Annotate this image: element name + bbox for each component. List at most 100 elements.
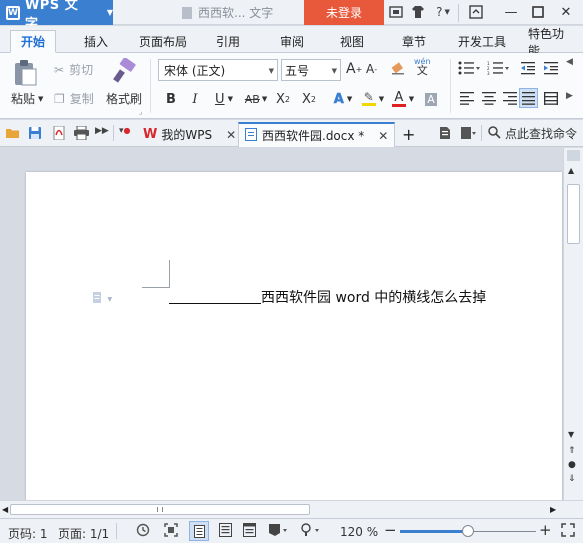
tab-chapter[interactable]: 章节 — [392, 30, 436, 53]
justify-icon[interactable] — [519, 88, 538, 108]
strikethrough-button[interactable]: AB ▼ — [242, 89, 270, 109]
decrease-indent-icon[interactable] — [521, 61, 535, 75]
web-view-icon[interactable] — [243, 523, 256, 537]
page-view-icon[interactable] — [189, 521, 209, 541]
scroll-up-icon[interactable]: ▲ — [568, 166, 574, 175]
clipboard-launcher-icon[interactable]: ⌟ — [139, 108, 142, 116]
italic-button[interactable]: I — [187, 89, 203, 109]
next-page-icon[interactable]: ⇓ — [568, 474, 576, 484]
highlight-button[interactable]: ✎ ▼ — [358, 89, 388, 109]
bold-button[interactable]: B — [163, 89, 179, 109]
login-button[interactable]: 未登录 — [304, 0, 384, 25]
paste-icon[interactable] — [12, 59, 38, 87]
split-view-icon[interactable] — [567, 150, 580, 161]
shrink-font-button[interactable]: A- — [366, 62, 377, 76]
zoom-in-button[interactable]: + — [539, 521, 552, 539]
subscript-button[interactable]: X2 — [300, 89, 318, 109]
horizontal-scrollbar[interactable]: ◀ ▶ — [0, 500, 583, 518]
close-tab-icon[interactable]: ✕ — [226, 128, 236, 142]
format-painter-button[interactable]: 格式刷 — [106, 90, 142, 107]
paste-button[interactable]: 粘贴 ▼ — [11, 90, 43, 107]
scroll-right-icon[interactable]: ▶ — [550, 505, 556, 514]
skin-icon[interactable] — [388, 4, 404, 20]
page-count[interactable]: 页面: 1/1 — [58, 525, 109, 542]
copy-button[interactable]: ❐ 复制 — [54, 90, 94, 107]
page-number[interactable]: 页码: 1 — [8, 525, 48, 542]
tab-insert[interactable]: 插入 — [74, 30, 118, 53]
scroll-down-icon[interactable]: ▼ — [568, 430, 574, 439]
customize-icon[interactable]: ▾● — [119, 126, 133, 140]
document-page[interactable] — [26, 172, 562, 502]
numbered-list-button[interactable]: 123 — [487, 61, 509, 75]
scroll-left-icon[interactable]: ◀ — [2, 505, 8, 514]
highlighter-icon: ✎ — [361, 90, 376, 106]
tab-my-wps[interactable]: W 我的WPS ✕ — [137, 122, 242, 147]
eye-protection-icon[interactable] — [300, 523, 322, 537]
app-menu-button[interactable]: W WPS 文字 ▼ — [0, 0, 113, 32]
tab-document[interactable]: 西西软件园.docx * ✕ — [238, 122, 396, 147]
more-tools-icon[interactable]: ▶▶ — [95, 126, 109, 140]
wps-logo-icon: W — [6, 5, 20, 20]
tab-page-layout[interactable]: 页面布局 — [129, 30, 197, 53]
underline-button[interactable]: U ▼ — [210, 89, 238, 109]
new-tab-button[interactable]: + — [396, 122, 421, 147]
window-title-text: 西西软... 文字 — [198, 6, 274, 20]
export-pdf-icon[interactable] — [52, 125, 66, 141]
prev-page-icon[interactable]: ⇑ — [568, 446, 576, 456]
tab-special-features[interactable]: 特色功能 — [518, 27, 583, 58]
font-color-button[interactable]: A ▼ — [390, 89, 416, 109]
format-painter-icon[interactable] — [113, 58, 137, 84]
vertical-scroll-thumb[interactable] — [567, 184, 580, 244]
close-button[interactable]: ✕ — [555, 2, 577, 22]
help-icon[interactable]: ? ▼ — [432, 4, 454, 20]
outline-view-icon[interactable] — [219, 523, 232, 537]
tab-home[interactable]: 开始 — [10, 30, 57, 53]
command-search[interactable]: 点此查找命令 — [488, 125, 577, 142]
superscript-button[interactable]: X2 — [274, 89, 292, 109]
document-nav-icon[interactable] — [438, 126, 452, 140]
horizontal-scroll-thumb[interactable] — [10, 504, 310, 515]
zoom-level[interactable]: 120 % — [340, 525, 378, 539]
open-folder-icon[interactable] — [6, 126, 20, 140]
font-size-select[interactable]: 五号 ▼ — [281, 59, 341, 81]
tab-view[interactable]: 视图 — [330, 30, 374, 53]
clear-format-icon[interactable] — [390, 61, 406, 77]
ribbon-scroll-up-icon[interactable]: ◀ — [566, 57, 573, 67]
shirt-icon[interactable] — [410, 4, 426, 20]
grow-font-button[interactable]: A + — [346, 61, 362, 77]
tab-review[interactable]: 审阅 — [270, 30, 314, 53]
character-shading-button[interactable]: A — [422, 89, 440, 109]
distribute-icon[interactable] — [544, 92, 558, 105]
minimize-button[interactable]: — — [500, 2, 522, 22]
restore-ribbon-button[interactable] — [465, 2, 487, 22]
tab-references[interactable]: 引用 — [206, 30, 250, 53]
zoom-out-button[interactable]: − — [384, 521, 397, 539]
align-center-icon[interactable] — [482, 92, 496, 105]
pinyin-guide-button[interactable]: wén 文 — [414, 57, 431, 76]
fit-page-icon[interactable] — [561, 523, 575, 537]
read-mode-icon[interactable] — [268, 523, 290, 537]
cut-button[interactable]: ✂ 剪切 — [54, 61, 93, 78]
fullscreen-icon[interactable] — [164, 523, 178, 537]
ribbon-scroll-down-icon[interactable]: ▶ — [566, 91, 573, 101]
bullet-list-button[interactable] — [458, 61, 480, 75]
select-browse-icon[interactable]: ● — [568, 460, 576, 470]
print-icon[interactable] — [74, 125, 89, 141]
document-text-line[interactable]: 西西软件园 word 中的横线怎么去掉 — [169, 287, 486, 307]
zoom-slider-thumb[interactable] — [462, 525, 474, 537]
paragraph-menu-icon[interactable]: ▼ — [92, 292, 112, 307]
save-icon[interactable] — [28, 126, 42, 140]
vertical-scrollbar[interactable]: ▲ ▼ ⇑ ● ⇓ — [563, 148, 583, 500]
tab-developer[interactable]: 开发工具 — [448, 30, 516, 53]
title-divider — [458, 4, 459, 22]
align-left-icon[interactable] — [460, 92, 474, 105]
maximize-button[interactable] — [527, 2, 549, 22]
document-list-icon[interactable] — [461, 126, 476, 140]
increase-indent-icon[interactable] — [544, 61, 558, 75]
font-family-select[interactable]: 宋体 (正文) ▼ — [158, 59, 278, 81]
text-effect-button[interactable]: A ▼ — [330, 89, 356, 109]
font-size-value: 五号 — [285, 63, 310, 78]
history-icon[interactable] — [136, 523, 150, 537]
align-right-icon[interactable] — [503, 92, 517, 105]
close-tab-icon[interactable]: ✕ — [378, 129, 388, 143]
